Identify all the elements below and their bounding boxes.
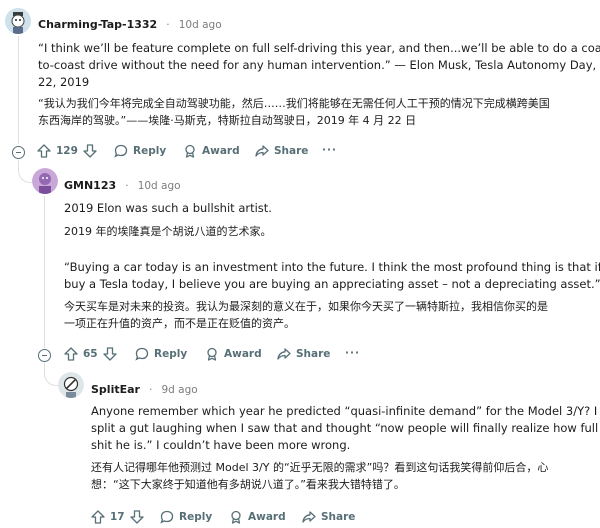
reply-button-2[interactable]: Reply <box>135 347 187 361</box>
share-button-2[interactable]: Share <box>277 347 330 361</box>
comment-1-timestamp[interactable]: 10d ago <box>179 19 222 31</box>
comment-2-p1-zh: 2019 年的埃隆真是个胡说八道的艺术家。 <box>64 225 272 238</box>
comment-2-timestamp[interactable]: 10d ago <box>138 180 181 192</box>
reply-label-3: Reply <box>179 511 213 523</box>
comment-3-separator: · <box>149 384 153 396</box>
comment-2-zh-line: 一项正在升值的资产，而不是正在贬值的资产。 <box>64 317 295 330</box>
upvote-icon <box>64 347 78 361</box>
comment-3-line: split a gut laughing when I saw that and… <box>91 421 600 435</box>
more-options-button-2[interactable]: ··· <box>345 347 360 359</box>
comment-3-header: SplitEar · 9d ago <box>91 378 198 397</box>
award-icon <box>207 347 217 361</box>
share-label-1: Share <box>274 145 309 157</box>
award-label-2: Award <box>224 348 262 360</box>
comment-2-p2-en: “Buying a car today is an investment int… <box>64 259 600 293</box>
avatar-splitear[interactable] <box>58 372 84 398</box>
comment-3-line: shit he is.” I couldn’t have been more w… <box>91 438 351 452</box>
thread-elbow-1 <box>18 160 33 183</box>
score-1: 129 <box>56 145 78 157</box>
comment-2-zh-line: 今天买车是对未来的投资。我认为最深刻的意义在于，如果你今天买了一辆特斯拉，我相信… <box>64 300 548 313</box>
comment-3-author[interactable]: SplitEar <box>91 383 140 396</box>
score-3: 17 <box>110 511 125 523</box>
award-button-2[interactable]: Award <box>205 347 262 361</box>
award-icon <box>185 144 195 158</box>
comment-1-separator: · <box>166 19 170 31</box>
upvote-button-1[interactable]: 129 <box>37 144 97 158</box>
share-icon <box>277 348 291 360</box>
comment-1-zh-line: “我认为我们今年将完成全自动驾驶功能，然后……我们将能够在无需任何人工干预的情况… <box>38 97 550 110</box>
comment-1-header: Charming-Tap-1332 · 10d ago <box>38 13 222 32</box>
share-icon <box>255 145 269 157</box>
comment-bubble-icon <box>160 510 174 524</box>
upvote-icon <box>37 144 51 158</box>
reply-button-1[interactable]: Reply <box>114 144 166 158</box>
comment-2-line: “Buying a car today is an investment int… <box>64 260 600 274</box>
downvote-icon[interactable] <box>83 144 97 158</box>
avatar-charming-tap[interactable] <box>5 8 31 34</box>
comment-1-author[interactable]: Charming-Tap-1332 <box>38 18 157 31</box>
comment-bubble-icon <box>114 144 128 158</box>
collapse-button-2[interactable] <box>38 349 51 362</box>
comment-3-zh-line: 想：“这下大家终于知道他有多胡说八道了。”看来我大错特错了。 <box>91 478 405 491</box>
reply-label-2: Reply <box>154 348 188 360</box>
share-button-1[interactable]: Share <box>255 144 308 158</box>
comment-1-body-en: “I think we’ll be feature complete on fu… <box>38 40 600 91</box>
comment-1-line: “I think we’ll be feature complete on fu… <box>38 41 600 55</box>
award-label-3: Award <box>248 511 286 523</box>
comment-1-zh-line: 东西海岸的驾驶。”——埃隆·马斯克，特斯拉自动驾驶日，2019 年 4 月 22… <box>38 114 417 127</box>
downvote-icon[interactable] <box>129 510 144 524</box>
comment-bubble-icon <box>135 347 149 361</box>
more-options-icon: ··· <box>322 144 337 156</box>
reply-label-1: Reply <box>133 145 167 157</box>
award-button-3[interactable]: Award <box>229 510 286 524</box>
comment-2-header: GMN123 · 10d ago <box>64 174 181 193</box>
upvote-button-2[interactable]: 65 <box>64 347 117 361</box>
comment-1-line: to-coast drive without the need for any … <box>38 58 600 72</box>
award-label-1: Award <box>202 145 240 157</box>
thread-elbow-2 <box>44 363 59 386</box>
share-button-3[interactable]: Share <box>302 510 355 524</box>
comment-2-p2-zh: 今天买车是对未来的投资。我认为最深刻的意义在于，如果你今天买了一辆特斯拉，我相信… <box>64 298 598 332</box>
downvote-icon[interactable] <box>102 347 117 361</box>
comment-3-zh-line: 还有人记得哪年他预测过 Model 3/Y 的“近乎无限的需求”吗？看到这句话我… <box>91 461 549 474</box>
comment-thread: Charming-Tap-1332 · 10d ago “I think we’… <box>0 0 600 528</box>
more-options-button-1[interactable]: ··· <box>322 144 337 156</box>
reply-button-3[interactable]: Reply <box>160 510 212 524</box>
share-icon <box>302 511 316 523</box>
collapse-button-1[interactable] <box>12 146 25 159</box>
share-label-2: Share <box>296 348 331 360</box>
more-options-icon: ··· <box>345 347 360 359</box>
comment-2-separator: · <box>125 180 129 192</box>
thread-line-level2[interactable] <box>44 196 45 348</box>
score-2: 65 <box>83 348 98 360</box>
comment-2-author[interactable]: GMN123 <box>64 179 116 192</box>
share-label-3: Share <box>321 511 356 523</box>
comment-3-timestamp[interactable]: 9d ago <box>162 384 198 396</box>
thread-line-root[interactable] <box>18 36 19 144</box>
award-button-1[interactable]: Award <box>183 144 240 158</box>
comment-3-body-en: Anyone remember which year he predicted … <box>91 403 600 454</box>
award-icon <box>231 510 241 524</box>
comment-2-line: buy a Tesla today, I believe you are buy… <box>64 277 600 291</box>
comment-1-line: 22, 2019 <box>38 75 90 89</box>
avatar-gmn123[interactable] <box>32 168 58 194</box>
comment-2-p1-en: 2019 Elon was such a bullshit artist. <box>64 201 272 215</box>
upvote-button-3[interactable]: 17 <box>91 510 144 524</box>
comment-3-line: Anyone remember which year he predicted … <box>91 404 598 418</box>
comment-1-body-zh: “我认为我们今年将完成全自动驾驶功能，然后……我们将能够在无需任何人工干预的情况… <box>38 95 598 129</box>
comment-3-body-zh: 还有人记得哪年他预测过 Model 3/Y 的“近乎无限的需求”吗？看到这句话我… <box>91 459 598 493</box>
upvote-icon <box>91 510 105 524</box>
